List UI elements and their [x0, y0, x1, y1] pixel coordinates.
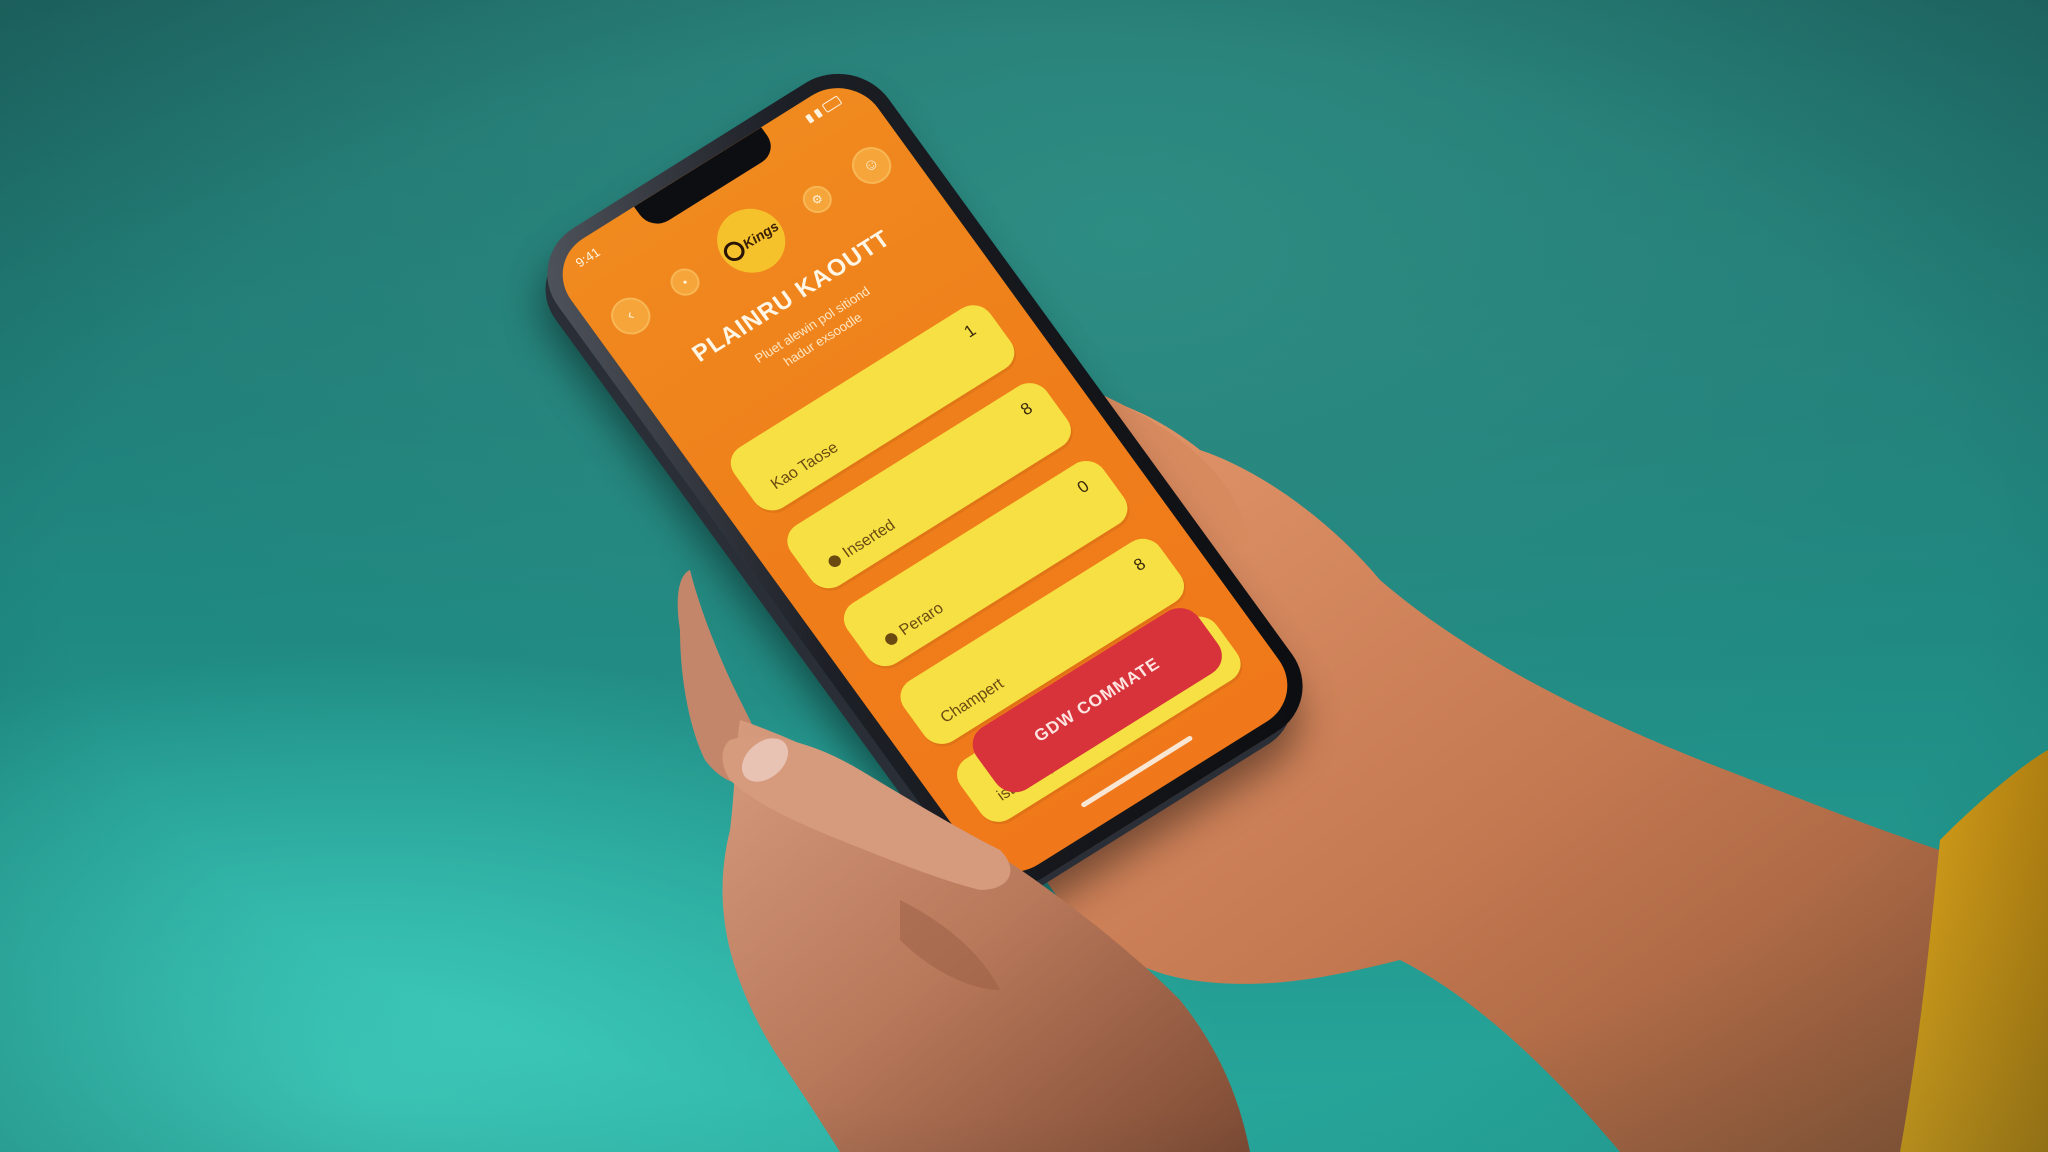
photo-scene: 9:41 ‹ • Kings ⚙ ☺ PLAINRU KAOUTT Pluet … — [0, 0, 2048, 1152]
left-hand — [677, 570, 1250, 1152]
